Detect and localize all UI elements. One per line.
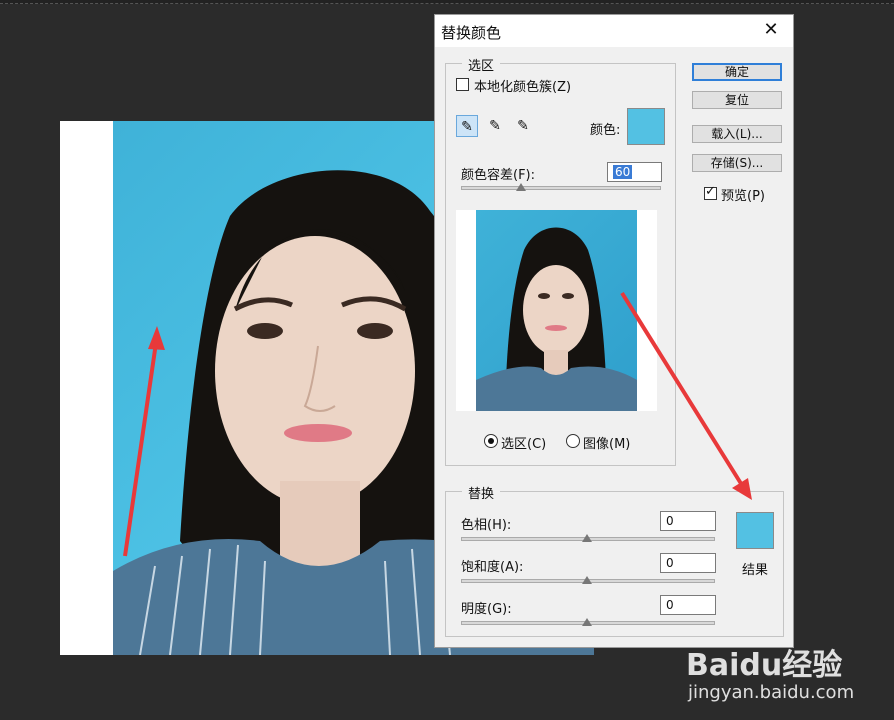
result-label: 结果 xyxy=(742,563,769,578)
radio-selection-label: 选区(C) xyxy=(501,437,547,452)
lightness-input[interactable]: 0 xyxy=(660,595,716,615)
saturation-slider-thumb[interactable] xyxy=(582,576,592,584)
preview-checkbox[interactable] xyxy=(704,184,717,200)
eyedropper-plus-icon[interactable]: ✎ xyxy=(484,115,506,137)
saturation-input[interactable]: 0 xyxy=(660,553,716,573)
selection-group: 选区 本地化颜色簇(Z) ✎ ✎ ✎ 颜色: 颜色容差(F): 60 选区(C)… xyxy=(445,55,676,466)
radio-selection[interactable] xyxy=(484,434,498,448)
eyedropper-minus-icon[interactable]: ✎ xyxy=(512,115,534,137)
eyedropper-icon[interactable]: ✎ xyxy=(456,115,478,137)
hue-label: 色相(H): xyxy=(461,518,512,533)
saturation-label: 饱和度(A): xyxy=(461,560,524,575)
dialog-title: 替换颜色 xyxy=(441,24,502,42)
localized-clusters-label: 本地化颜色簇(Z) xyxy=(474,80,572,95)
hue-slider-thumb[interactable] xyxy=(582,534,592,542)
close-icon[interactable]: ✕ xyxy=(759,18,783,42)
baidu-watermark-logo: Baidu经验 xyxy=(686,648,843,683)
replacement-group: 替换 色相(H): 0 饱和度(A): 0 明度(G): 0 结果 xyxy=(445,483,784,637)
dialog-title-bar: 替换颜色 ✕ xyxy=(435,15,793,47)
load-button[interactable]: 载入(L)... xyxy=(692,125,782,143)
selection-legend: 选区 xyxy=(462,55,501,74)
lightness-slider-thumb[interactable] xyxy=(582,618,592,626)
ok-button[interactable]: 确定 xyxy=(692,63,782,81)
preview-portrait xyxy=(476,227,637,411)
hue-input[interactable]: 0 xyxy=(660,511,716,531)
fuzziness-label: 颜色容差(F): xyxy=(461,168,536,183)
selection-preview xyxy=(456,210,657,411)
reset-button[interactable]: 复位 xyxy=(692,91,782,109)
replacement-legend: 替换 xyxy=(462,483,501,502)
localized-clusters-checkbox[interactable] xyxy=(456,78,469,91)
fuzziness-value: 60 xyxy=(613,165,633,179)
fuzziness-slider-track[interactable] xyxy=(461,186,661,190)
canvas-top-edge xyxy=(0,0,894,4)
fuzziness-input[interactable]: 60 xyxy=(607,162,662,182)
baidu-watermark-url: jingyan.baidu.com xyxy=(688,682,855,703)
radio-image[interactable] xyxy=(566,434,580,448)
radio-image-label: 图像(M) xyxy=(583,437,631,452)
color-label: 颜色: xyxy=(590,123,621,138)
save-button[interactable]: 存储(S)... xyxy=(692,154,782,172)
selection-color-swatch[interactable] xyxy=(627,108,665,145)
replace-color-dialog: 替换颜色 ✕ 选区 本地化颜色簇(Z) ✎ ✎ ✎ 颜色: 颜色容差(F): 6… xyxy=(434,14,794,648)
fuzziness-slider-thumb[interactable] xyxy=(516,183,526,191)
result-color-swatch[interactable] xyxy=(736,512,774,549)
preview-label: 预览(P) xyxy=(721,189,765,204)
lightness-label: 明度(G): xyxy=(461,602,512,617)
